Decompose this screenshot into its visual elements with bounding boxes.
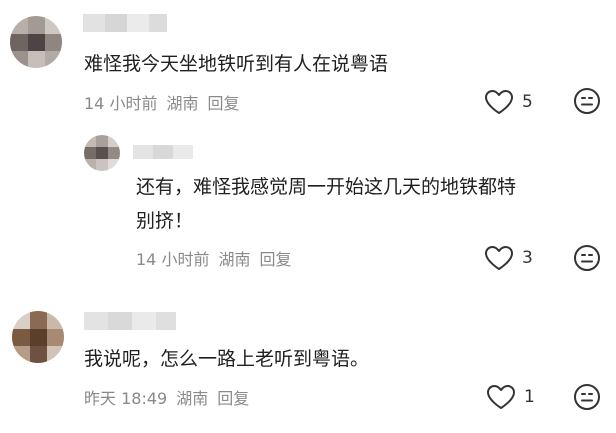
reply-button[interactable]: 回复 — [259, 246, 291, 270]
heart-outline-icon — [486, 384, 516, 410]
comment-meta: 14 小时前 湖南 回复 — [136, 246, 291, 270]
react-button[interactable] — [573, 383, 601, 411]
timestamp: 昨天 18:49 — [84, 389, 168, 408]
timestamp: 14 小时前 — [84, 94, 158, 113]
comment-text-line-1: 还有，难怪我感觉周一开始这几天的地铁都特 — [136, 176, 517, 198]
location: 湖南 — [218, 250, 251, 269]
username[interactable] — [133, 145, 193, 159]
smiley-face-icon — [573, 244, 601, 272]
comment-meta: 昨天 18:49 湖南 回复 — [84, 385, 249, 409]
comment-text-line-2: 别挤！ — [136, 210, 194, 232]
comment-meta: 14 小时前 湖南 回复 — [84, 90, 239, 114]
timestamp: 14 小时前 — [136, 250, 210, 269]
smiley-face-icon — [573, 87, 601, 115]
like-count: 3 — [522, 248, 533, 268]
react-button[interactable] — [573, 244, 601, 272]
like-count: 1 — [524, 387, 535, 407]
like-button[interactable]: 5 — [484, 89, 533, 115]
like-count: 5 — [522, 92, 533, 112]
reply-button[interactable]: 回复 — [207, 90, 239, 114]
comment-text: 我说呢，怎么一路上老听到粤语。 — [84, 348, 370, 370]
username[interactable] — [84, 312, 176, 330]
react-button[interactable] — [573, 87, 601, 115]
comment-text: 难怪我今天坐地铁听到有人在说粤语 — [84, 53, 389, 75]
like-button[interactable]: 3 — [484, 245, 533, 271]
avatar[interactable] — [12, 311, 64, 363]
location: 湖南 — [176, 389, 209, 408]
heart-outline-icon — [484, 89, 514, 115]
reply-button[interactable]: 回复 — [217, 385, 249, 409]
heart-outline-icon — [484, 245, 514, 271]
location: 湖南 — [166, 94, 199, 113]
avatar[interactable] — [84, 135, 120, 171]
avatar[interactable] — [10, 16, 62, 68]
username[interactable] — [83, 14, 167, 32]
like-button[interactable]: 1 — [486, 384, 535, 410]
smiley-face-icon — [573, 383, 601, 411]
